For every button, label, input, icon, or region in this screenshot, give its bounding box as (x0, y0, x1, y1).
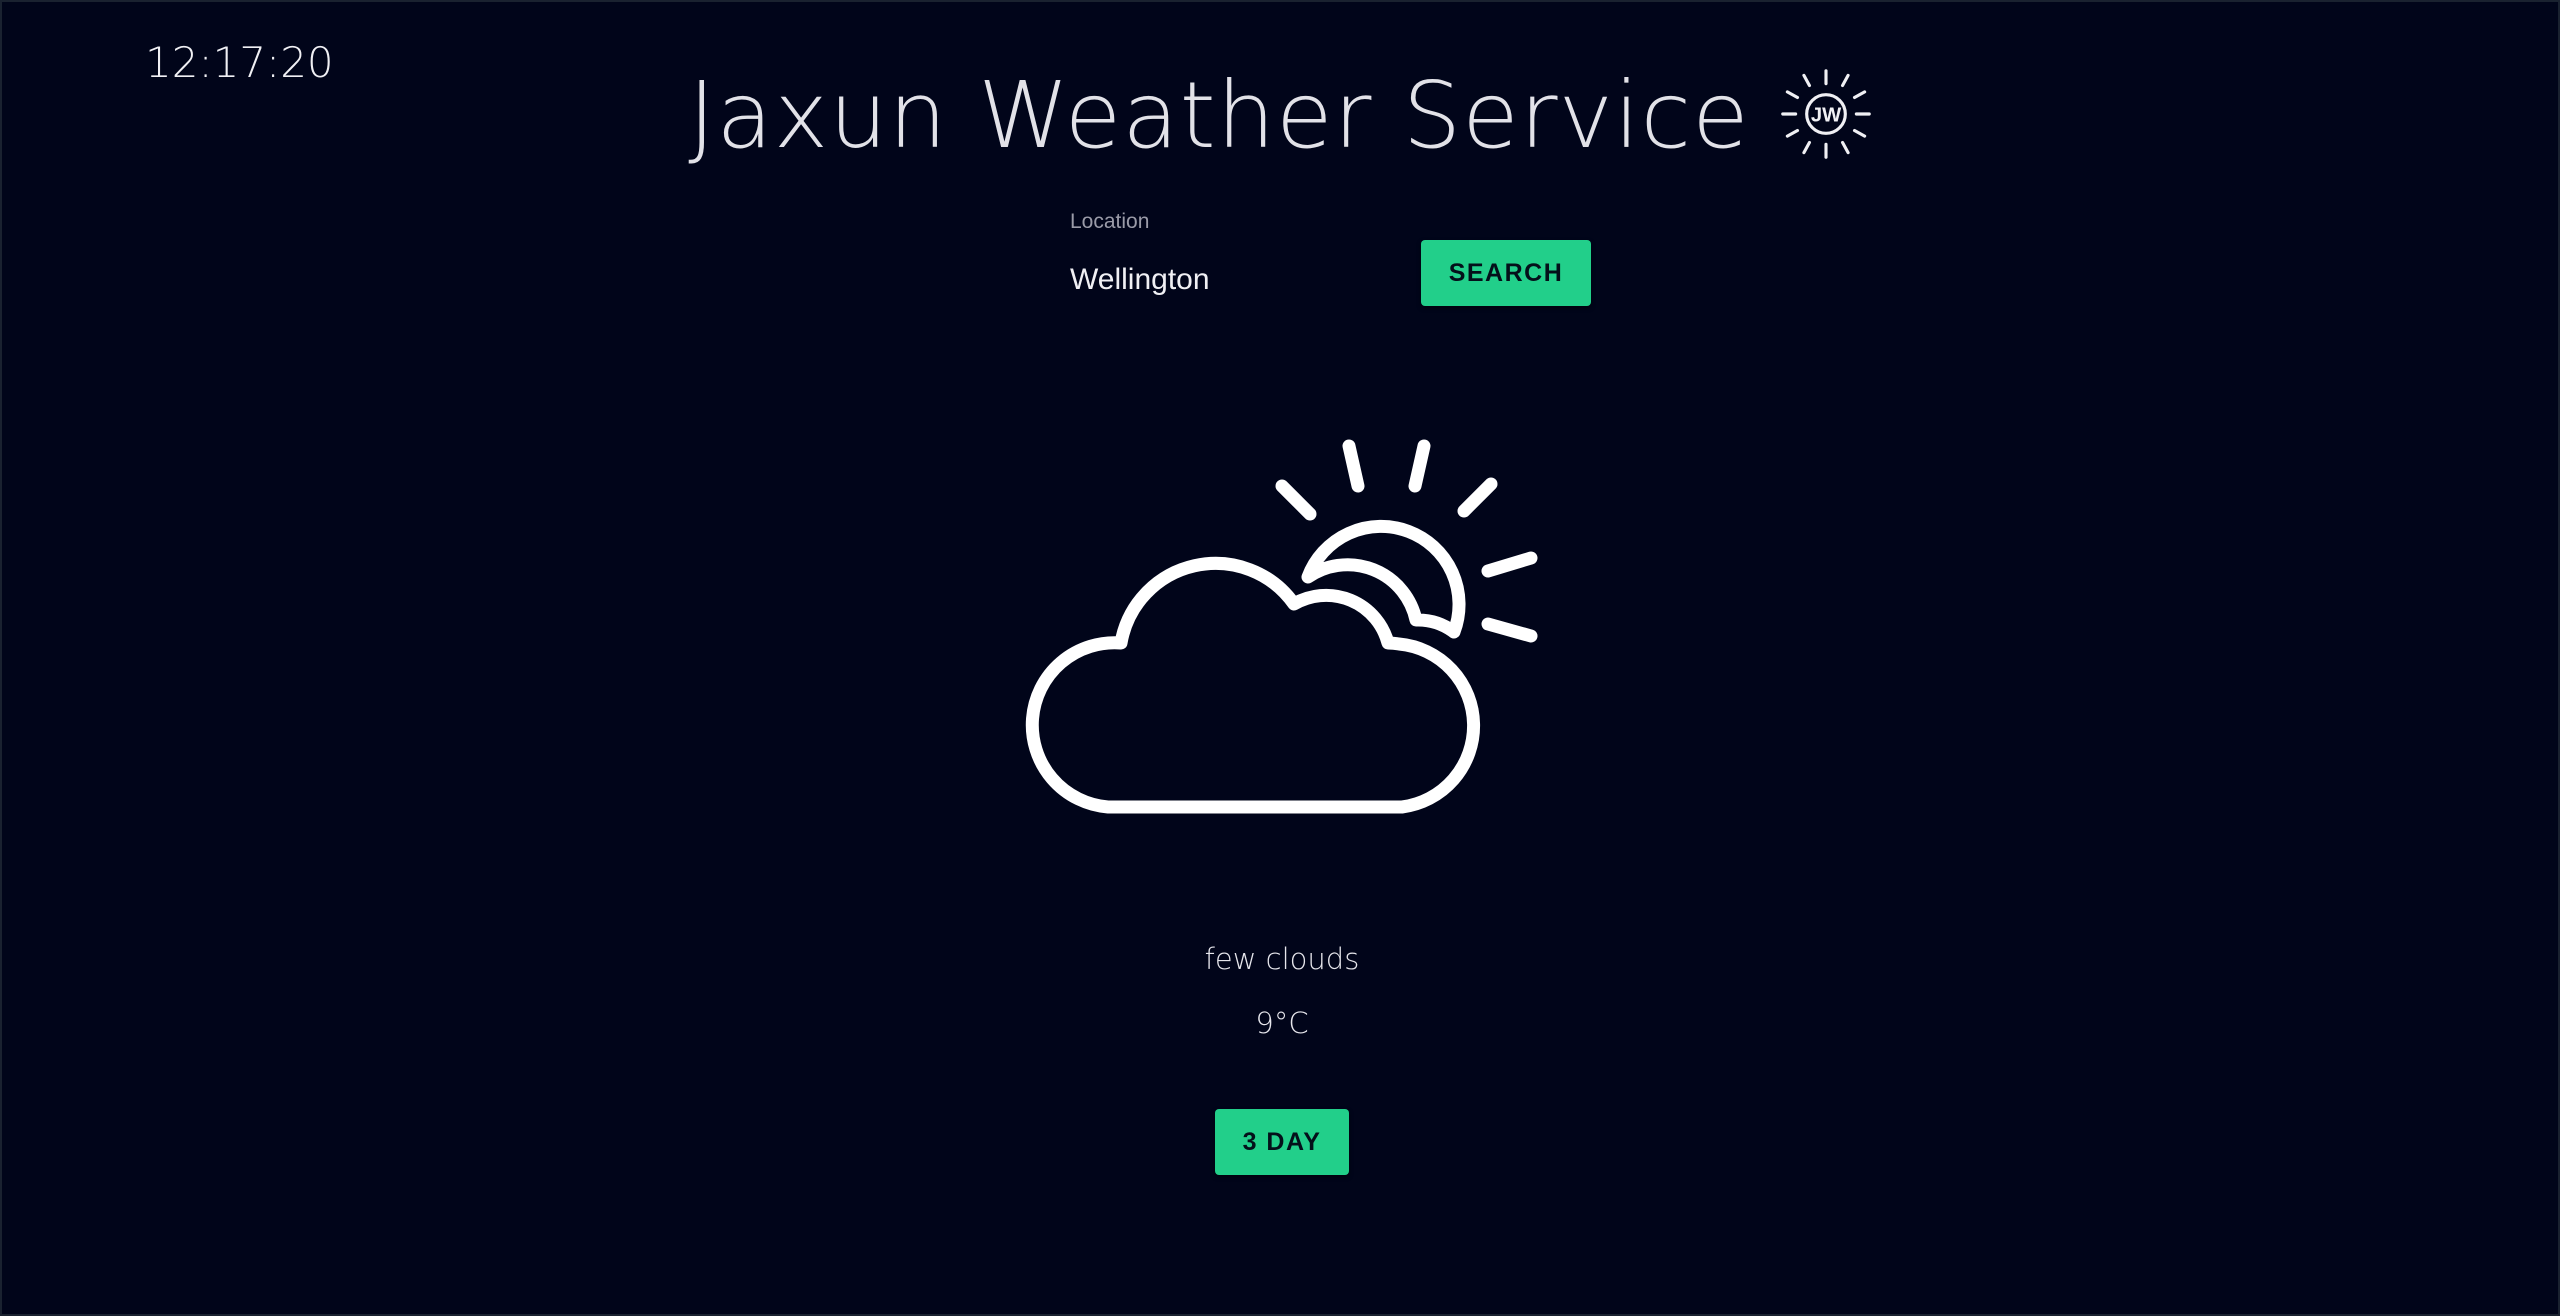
temperature: 9°C (1255, 1006, 1309, 1040)
sun-logo-icon: JW (1780, 69, 1871, 159)
page-title: Jaxun Weather Service (688, 62, 1750, 169)
location-input[interactable] (1070, 258, 1390, 302)
weather-description: few clouds (1204, 942, 1360, 976)
partly-cloudy-icon (1025, 439, 1538, 814)
location-label: Location (1070, 210, 1150, 233)
search-button[interactable]: SEARCH (1421, 240, 1591, 306)
header: Jaxun Weather Service JW (2, 62, 2560, 169)
logo-text: JW (1811, 104, 1842, 126)
three-day-forecast-button[interactable]: 3 DAY (1215, 1109, 1349, 1175)
app-page: 12:17:20 Jaxun Weather Service JW Locati… (0, 0, 2560, 1316)
